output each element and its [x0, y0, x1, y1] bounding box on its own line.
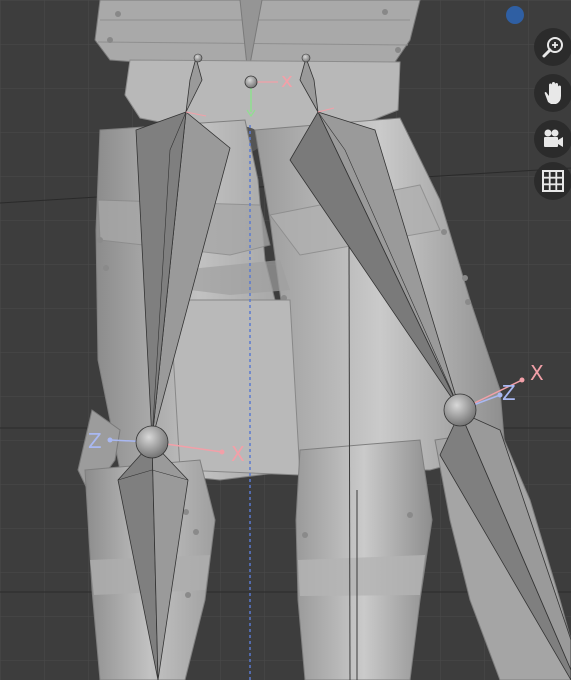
- left-hip-joint[interactable]: [193, 53, 203, 63]
- left-knee-x-label: X: [231, 442, 245, 466]
- camera-button[interactable]: [534, 120, 571, 158]
- pelvis-x-label: x: [281, 68, 293, 92]
- hand-icon: [544, 82, 561, 104]
- left-knee-joint[interactable]: [135, 425, 169, 459]
- right-knee-joint[interactable]: [443, 393, 477, 427]
- viewport-scene[interactable]: x Z X Z X: [0, 0, 571, 680]
- left-knee-z-label: Z: [88, 429, 102, 453]
- magnifier-plus-icon: [542, 37, 563, 58]
- grid-icon: [542, 170, 564, 192]
- right-knee-z-label: Z: [502, 381, 516, 405]
- camera-icon: [544, 129, 563, 147]
- grid-button[interactable]: [534, 162, 571, 200]
- right-hip-joint[interactable]: [301, 53, 311, 63]
- pan-button[interactable]: [534, 74, 571, 112]
- zoom-button[interactable]: [534, 28, 571, 66]
- pelvis-joint[interactable]: [244, 75, 258, 89]
- 3d-viewport[interactable]: x Z X Z X: [0, 0, 571, 680]
- right-knee-x-label: X: [530, 361, 544, 385]
- navigation-gizmo-dot[interactable]: [506, 6, 524, 24]
